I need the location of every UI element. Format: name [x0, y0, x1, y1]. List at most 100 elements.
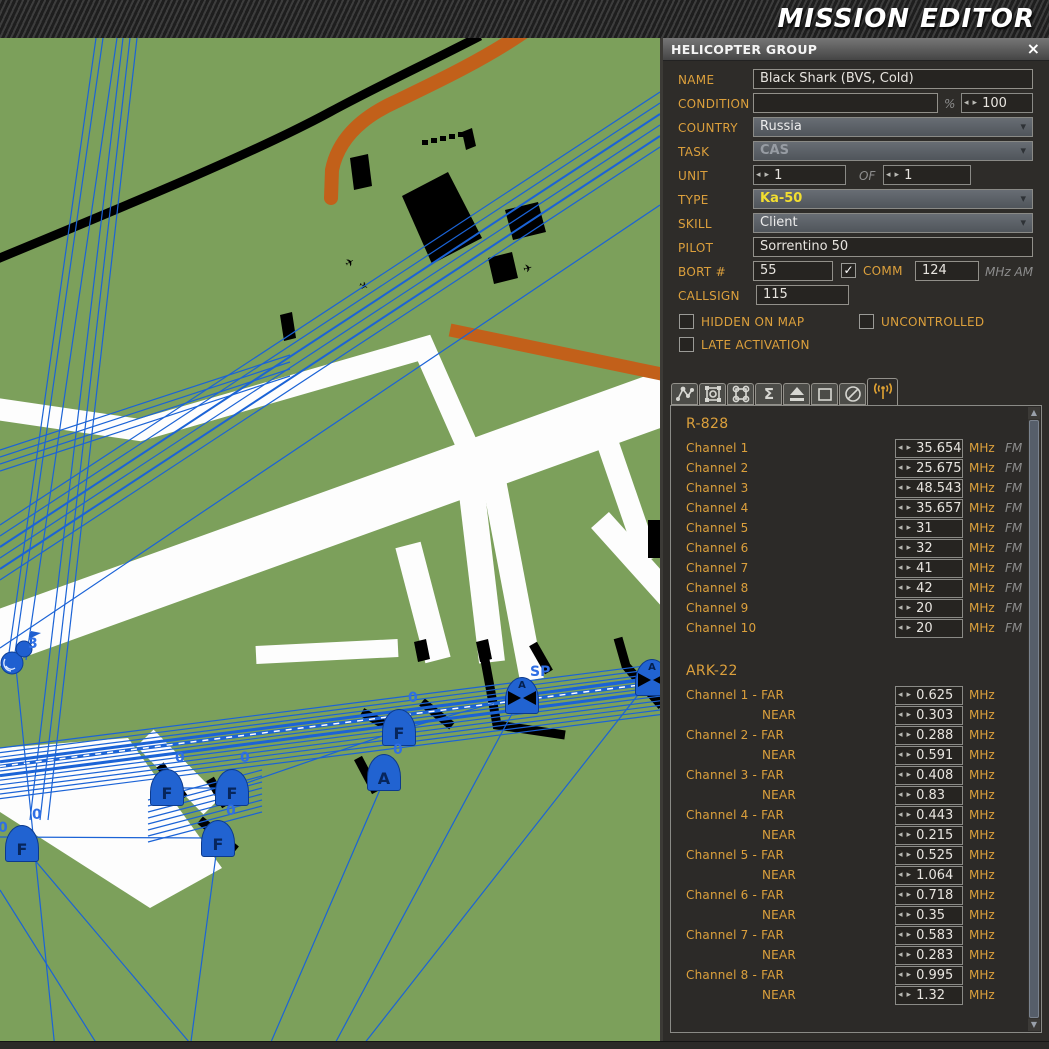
group-tab[interactable] — [699, 383, 726, 405]
frequency-value[interactable]: 48.543 — [913, 481, 962, 496]
frequency-value[interactable]: 0.995 — [913, 968, 953, 983]
spinner-right-icon[interactable]: ▸ — [905, 499, 914, 517]
frequency-value[interactable]: 0.408 — [913, 768, 953, 783]
map-view[interactable]: ✈ ✈ ✈ — [0, 38, 660, 1049]
spinner-right-icon[interactable]: ▸ — [905, 686, 914, 704]
spinner-right-icon[interactable]: ▸ — [905, 746, 914, 764]
frequency-spinner[interactable]: ◂▸20 — [895, 619, 963, 638]
spinner-right-icon[interactable]: ▸ — [905, 906, 914, 924]
spinner-left-icon[interactable]: ◂ — [754, 166, 763, 184]
frequency-spinner[interactable]: ◂▸0.718 — [895, 886, 963, 905]
spinner-right-icon[interactable]: ▸ — [971, 94, 980, 112]
frequency-value[interactable]: 42 — [913, 581, 933, 596]
frequency-spinner[interactable]: ◂▸0.625 — [895, 686, 963, 705]
frequency-spinner[interactable]: ◂▸0.591 — [895, 746, 963, 765]
spinner-left-icon[interactable]: ◂ — [896, 966, 905, 984]
spinner-right-icon[interactable]: ▸ — [905, 706, 914, 724]
spinner-left-icon[interactable]: ◂ — [896, 886, 905, 904]
frequency-value[interactable]: 31 — [913, 521, 933, 536]
frequency-spinner[interactable]: ◂▸31 — [895, 519, 963, 538]
summary-tab[interactable]: Σ — [755, 383, 782, 405]
helicopter-unit-icon[interactable]: A — [505, 677, 539, 714]
frequency-spinner[interactable]: ◂▸0.443 — [895, 806, 963, 825]
probability-value[interactable]: 100 — [979, 96, 1007, 111]
spinner-left-icon[interactable]: ◂ — [896, 746, 905, 764]
spinner-left-icon[interactable]: ◂ — [896, 986, 905, 1004]
spinner-right-icon[interactable]: ▸ — [905, 806, 914, 824]
frequency-value[interactable]: 0.625 — [913, 688, 953, 703]
frequency-spinner[interactable]: ◂▸41 — [895, 559, 963, 578]
comm-checkbox[interactable]: ✓ — [841, 263, 856, 278]
frequency-spinner[interactable]: ◂▸0.583 — [895, 926, 963, 945]
frequency-value[interactable]: 0.83 — [913, 788, 945, 803]
spinner-right-icon[interactable]: ▸ — [905, 826, 914, 844]
boxed-tab[interactable] — [811, 383, 838, 405]
spinner-left-icon[interactable]: ◂ — [896, 559, 905, 577]
frequency-value[interactable]: 1.32 — [913, 988, 945, 1003]
frequency-spinner[interactable]: ◂▸48.543 — [895, 479, 963, 498]
spinner-right-icon[interactable]: ▸ — [905, 986, 914, 1004]
frequency-spinner[interactable]: ◂▸1.064 — [895, 866, 963, 885]
spinner-right-icon[interactable]: ▸ — [905, 439, 914, 457]
frequency-spinner[interactable]: ◂▸0.408 — [895, 766, 963, 785]
frequency-value[interactable]: 0.283 — [913, 948, 953, 963]
spinner-left-icon[interactable]: ◂ — [896, 459, 905, 477]
frequency-value[interactable]: 0.215 — [913, 828, 953, 843]
spinner-right-icon[interactable]: ▸ — [905, 726, 914, 744]
task-select[interactable]: CAS ▾ — [753, 141, 1033, 161]
skill-select[interactable]: Client ▾ — [753, 213, 1033, 233]
unit-count-value[interactable]: 1 — [771, 168, 782, 183]
spinner-left-icon[interactable]: ◂ — [896, 539, 905, 557]
spinner-left-icon[interactable]: ◂ — [896, 926, 905, 944]
unit-count-spinner[interactable]: ◂ ▸ 1 — [753, 165, 846, 185]
spinner-right-icon[interactable]: ▸ — [905, 479, 914, 497]
frequency-spinner[interactable]: ◂▸0.525 — [895, 846, 963, 865]
spinner-left-icon[interactable]: ◂ — [896, 499, 905, 517]
spinner-left-icon[interactable]: ◂ — [896, 726, 905, 744]
frequency-spinner[interactable]: ◂▸0.283 — [895, 946, 963, 965]
frequency-value[interactable]: 0.591 — [913, 748, 953, 763]
spinner-right-icon[interactable]: ▸ — [905, 619, 914, 637]
frequency-spinner[interactable]: ◂▸0.303 — [895, 706, 963, 725]
spinner-right-icon[interactable]: ▸ — [905, 886, 914, 904]
frequency-spinner[interactable]: ◂▸1.32 — [895, 986, 963, 1005]
spinner-left-icon[interactable]: ◂ — [896, 519, 905, 537]
spinner-right-icon[interactable]: ▸ — [905, 519, 914, 537]
spinner-left-icon[interactable]: ◂ — [896, 906, 905, 924]
condition-input[interactable] — [753, 93, 938, 113]
spinner-left-icon[interactable]: ◂ — [896, 846, 905, 864]
pilot-input[interactable]: Sorrentino 50 — [753, 237, 1033, 257]
frequency-value[interactable]: 0.303 — [913, 708, 953, 723]
spinner-right-icon[interactable]: ▸ — [905, 459, 914, 477]
spinner-left-icon[interactable]: ◂ — [896, 786, 905, 804]
frequency-spinner[interactable]: ◂▸0.35 — [895, 906, 963, 925]
bort-input[interactable]: 55 — [753, 261, 833, 281]
frequency-spinner[interactable]: ◂▸42 — [895, 579, 963, 598]
spinner-left-icon[interactable]: ◂ — [896, 946, 905, 964]
spinner-left-icon[interactable]: ◂ — [896, 439, 905, 457]
frequency-spinner[interactable]: ◂▸32 — [895, 539, 963, 558]
frequency-spinner[interactable]: ◂▸0.288 — [895, 726, 963, 745]
panel-header[interactable]: HELICOPTER GROUP × — [663, 38, 1049, 61]
comm-freq-input[interactable]: 124 — [915, 261, 979, 281]
radio-settings-panel[interactable]: R-828 Channel 1◂▸35.654MHzFMChannel 2◂▸2… — [670, 405, 1042, 1033]
callsign-input[interactable]: 115 — [756, 285, 849, 305]
frequency-value[interactable]: 0.718 — [913, 888, 953, 903]
name-input[interactable]: Black Shark (BVS, Cold) — [753, 69, 1033, 89]
country-select[interactable]: Russia ▾ — [753, 117, 1033, 137]
close-icon[interactable]: × — [1018, 39, 1049, 59]
spinner-right-icon[interactable]: ▸ — [905, 599, 914, 617]
frequency-spinner[interactable]: ◂▸0.83 — [895, 786, 963, 805]
scrollbar[interactable]: ▲ ▼ — [1028, 407, 1040, 1031]
carrier-tab[interactable] — [783, 383, 810, 405]
frequency-spinner[interactable]: ◂▸25.675 — [895, 459, 963, 478]
spinner-right-icon[interactable]: ▸ — [893, 166, 902, 184]
spinner-left-icon[interactable]: ◂ — [896, 479, 905, 497]
spinner-left-icon[interactable]: ◂ — [896, 826, 905, 844]
frequency-value[interactable]: 41 — [913, 561, 933, 576]
frequency-value[interactable]: 0.288 — [913, 728, 953, 743]
frequency-spinner[interactable]: ◂▸20 — [895, 599, 963, 618]
frequency-value[interactable]: 0.443 — [913, 808, 953, 823]
radio-tab[interactable] — [867, 378, 898, 405]
spinner-left-icon[interactable]: ◂ — [896, 686, 905, 704]
